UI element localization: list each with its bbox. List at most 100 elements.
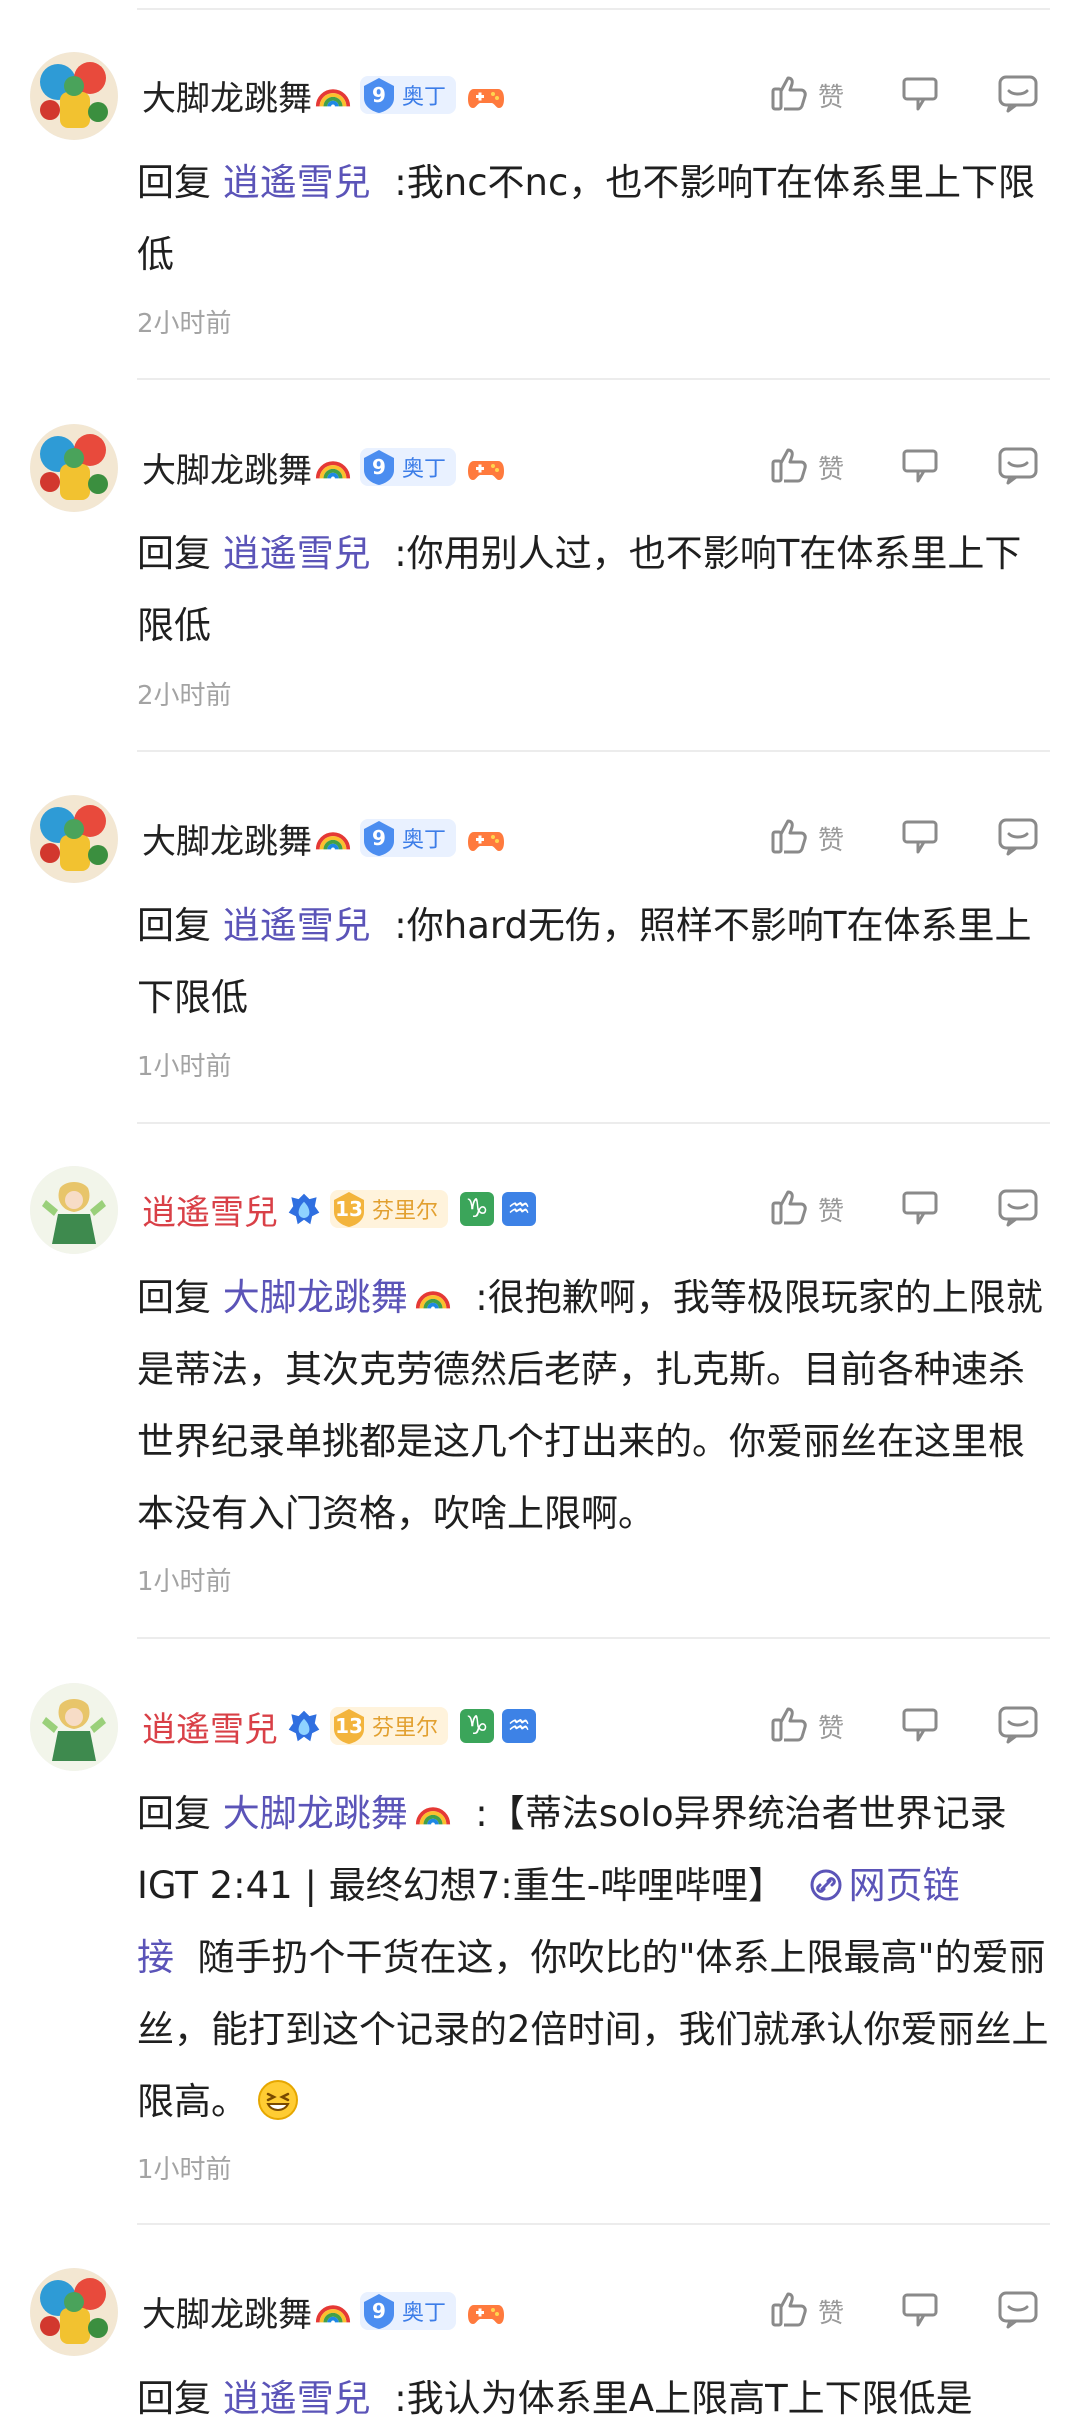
comment-text: :我认为体系里A上限高T上下限低是 xyxy=(394,2377,973,2420)
crest-badge-icon xyxy=(286,1708,322,1744)
username[interactable]: 逍遙雪兒 xyxy=(142,1702,278,1751)
badge-title: 奥丁 xyxy=(402,85,447,110)
like-label: 赞 xyxy=(817,825,844,856)
rainbow-icon xyxy=(314,448,352,486)
badge-title: 奥丁 xyxy=(402,2301,447,2326)
like-label: 赞 xyxy=(817,82,844,113)
like-button[interactable]: 赞 xyxy=(768,443,844,491)
dislike-button[interactable] xyxy=(898,814,942,862)
avatar[interactable] xyxy=(30,2268,118,2356)
level-badge[interactable]: 13 芬里尔 xyxy=(330,1190,449,1228)
dislike-button[interactable] xyxy=(898,2287,942,2335)
badge-title: 奥丁 xyxy=(402,457,447,482)
like-button[interactable]: 赞 xyxy=(768,2287,844,2335)
like-label: 赞 xyxy=(817,454,844,485)
comment-actions: 赞 xyxy=(714,807,1040,869)
dislike-button[interactable] xyxy=(898,71,942,119)
comment-header: 大脚龙跳舞 9 奥丁 xyxy=(142,434,506,500)
comment-header: 大脚龙跳舞 9 奥丁 xyxy=(142,2278,506,2344)
mention-link[interactable]: 大脚龙跳舞 xyxy=(223,1276,408,1319)
comment-actions: 赞 xyxy=(714,1178,1040,1240)
level-badge[interactable]: 13 芬里尔 xyxy=(330,1707,449,1745)
comment-body[interactable]: 回复 大脚龙跳舞 :【蒂法solo异界统治者世界记录IGT 2:41 | 最终幻… xyxy=(137,1778,1057,2138)
reply-button[interactable] xyxy=(996,814,1040,862)
gamepad-icon xyxy=(466,447,506,487)
like-label: 赞 xyxy=(817,1713,844,1744)
thumb-up-icon xyxy=(768,71,812,119)
rainbow-icon xyxy=(414,1784,452,1825)
avatar[interactable] xyxy=(30,1683,118,1771)
reply-prefix: 回复 xyxy=(137,2377,211,2420)
thumb-down-icon xyxy=(898,1185,942,1233)
comment-actions: 赞 xyxy=(714,1695,1040,1757)
like-label: 赞 xyxy=(817,2298,844,2329)
avatar[interactable] xyxy=(30,795,118,883)
thumb-up-icon xyxy=(768,1185,812,1233)
level-number: 13 xyxy=(335,1197,363,1221)
like-button[interactable]: 赞 xyxy=(768,1702,844,1750)
dislike-button[interactable] xyxy=(898,1185,942,1233)
reply-button[interactable] xyxy=(996,71,1040,119)
dislike-button[interactable] xyxy=(898,443,942,491)
like-button[interactable]: 赞 xyxy=(768,1185,844,1233)
username[interactable]: 逍遙雪兒 xyxy=(142,1185,278,1234)
comment-header: 大脚龙跳舞 9 奥丁 xyxy=(142,62,506,128)
aquarius-icon: ♒ xyxy=(502,1192,537,1226)
reply-button[interactable] xyxy=(996,443,1040,491)
thumb-up-icon xyxy=(768,2287,812,2335)
avatar[interactable] xyxy=(30,424,118,512)
username[interactable]: 大脚龙跳舞 xyxy=(142,2287,312,2336)
like-button[interactable]: 赞 xyxy=(768,71,844,119)
mention-link[interactable]: 逍遙雪兒 xyxy=(223,2377,371,2420)
gamepad-icon xyxy=(466,818,506,858)
comment-body[interactable]: 回复 逍遙雪兒 :你用别人过，也不影响T在体系里上下限低 xyxy=(137,518,1057,662)
thumb-down-icon xyxy=(898,2287,942,2335)
level-badge[interactable]: 9 奥丁 xyxy=(360,76,457,114)
reply-button[interactable] xyxy=(996,1702,1040,1750)
comment-header: 逍遙雪兒 13 芬里尔 ♑ ♒ xyxy=(142,1176,537,1242)
username[interactable]: 大脚龙跳舞 xyxy=(142,443,312,492)
mention-link[interactable]: 逍遙雪兒 xyxy=(223,532,371,575)
chat-bubble-icon xyxy=(996,814,1040,862)
reply-prefix: 回复 xyxy=(137,1276,211,1319)
comment-body[interactable]: 回复 逍遙雪兒 :我认为体系里A上限高T上下限低是 xyxy=(137,2363,1057,2435)
dislike-button[interactable] xyxy=(898,1702,942,1750)
chat-bubble-icon xyxy=(996,1185,1040,1233)
aquarius-icon: ♒ xyxy=(502,1709,537,1743)
comment-time: 2小时前 xyxy=(137,309,232,339)
mention-link[interactable]: 逍遙雪兒 xyxy=(223,161,371,204)
comment-body[interactable]: 回复 大脚龙跳舞 :很抱歉啊，我等极限玩家的上限就是蒂法，其次克劳德然后老萨，扎… xyxy=(137,1262,1057,1550)
avatar[interactable] xyxy=(30,52,118,140)
badge-title: 芬里尔 xyxy=(372,1716,439,1741)
thumb-down-icon xyxy=(898,443,942,491)
avatar[interactable] xyxy=(30,1166,118,1254)
crest-badge-icon xyxy=(286,1191,322,1227)
mention-link[interactable]: 逍遙雪兒 xyxy=(223,904,371,947)
chat-bubble-icon xyxy=(996,71,1040,119)
reply-prefix: 回复 xyxy=(137,904,211,947)
comment-time: 1小时前 xyxy=(137,1052,232,1082)
reply-button[interactable] xyxy=(996,2287,1040,2335)
level-number: 9 xyxy=(372,2299,386,2323)
comment-divider xyxy=(137,378,1050,380)
level-badge[interactable]: 9 奥丁 xyxy=(360,819,457,857)
comment-divider xyxy=(137,1637,1050,1639)
gamepad-icon xyxy=(466,75,506,115)
like-button[interactable]: 赞 xyxy=(768,814,844,862)
username[interactable]: 大脚龙跳舞 xyxy=(142,71,312,120)
level-badge[interactable]: 9 奥丁 xyxy=(360,448,457,486)
level-badge[interactable]: 9 奥丁 xyxy=(360,2292,457,2330)
mention-link[interactable]: 大脚龙跳舞 xyxy=(223,1792,408,1835)
comment-body[interactable]: 回复 逍遙雪兒 :你hard无伤，照样不影响T在体系里上下限低 xyxy=(137,890,1057,1034)
reply-button[interactable] xyxy=(996,1185,1040,1233)
like-label: 赞 xyxy=(817,1196,844,1227)
comment-actions: 赞 xyxy=(714,64,1040,126)
rainbow-icon xyxy=(314,819,352,857)
reply-prefix: 回复 xyxy=(137,1792,211,1835)
username[interactable]: 大脚龙跳舞 xyxy=(142,814,312,863)
comment-body[interactable]: 回复 逍遙雪兒 :我nc不nc，也不影响T在体系里上下限低 xyxy=(137,147,1057,291)
badge-title: 芬里尔 xyxy=(372,1199,439,1224)
chat-bubble-icon xyxy=(996,1702,1040,1750)
gamepad-icon xyxy=(466,2291,506,2331)
thumb-down-icon xyxy=(898,71,942,119)
